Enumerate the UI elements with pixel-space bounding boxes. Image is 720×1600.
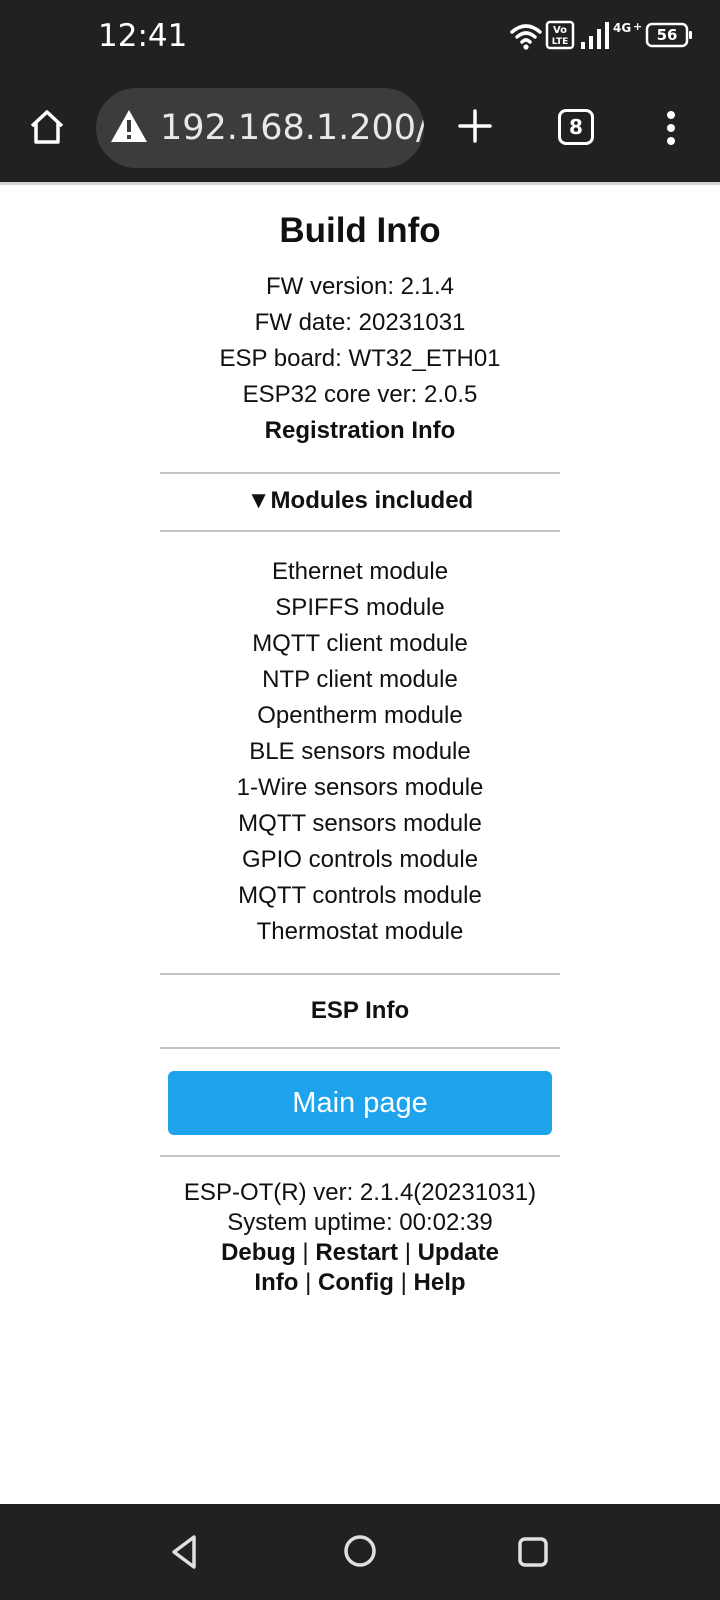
url-text[interactable]: 192.168.1.200/ (160, 108, 424, 148)
config-link[interactable]: Config (318, 1269, 394, 1296)
plus-icon (458, 109, 492, 143)
module-item: GPIO controls module (241, 846, 479, 873)
url-bar[interactable]: 192.168.1.200/ (96, 88, 424, 168)
uptime-line: System uptime: 00:02:39 (227, 1209, 493, 1236)
wifi-icon (510, 24, 542, 44)
home-icon (30, 110, 64, 144)
divider (160, 973, 560, 975)
divider (160, 1047, 560, 1049)
divider (160, 472, 560, 474)
navigation-bar (0, 1504, 720, 1600)
svg-text:LTE: LTE (552, 37, 569, 47)
module-item: Ethernet module (271, 558, 449, 585)
update-link[interactable]: Update (418, 1239, 499, 1266)
separator: | (400, 1269, 407, 1296)
footer-links-row-1: Debug | Restart | Update (0, 1239, 720, 1267)
restart-link[interactable]: Restart (315, 1239, 398, 1266)
back-icon[interactable] (170, 1534, 198, 1570)
module-item: MQTT client module (252, 630, 468, 657)
browser-toolbar: 192.168.1.200/ 8 (0, 82, 720, 182)
registration-info-link[interactable]: Registration Info (0, 417, 720, 445)
separator: | (404, 1239, 411, 1266)
fw-date: FW date: 20231031 (254, 309, 466, 336)
new-tab-button[interactable] (455, 106, 495, 146)
separator: | (305, 1269, 312, 1296)
module-item: SPIFFS module (275, 594, 445, 621)
battery-level: 56 (656, 26, 678, 44)
module-item: MQTT controls module (238, 882, 482, 909)
footer-links-row-2: Info | Config | Help (0, 1269, 720, 1297)
tab-switcher-button[interactable]: 8 (558, 109, 594, 145)
signal-icon (581, 22, 609, 49)
info-link[interactable]: Info (254, 1269, 298, 1296)
svg-text:Vo: Vo (553, 25, 567, 36)
modules-included-toggle[interactable]: ▼Modules included (0, 487, 720, 515)
home-nav-icon[interactable] (343, 1534, 377, 1568)
help-link[interactable]: Help (414, 1269, 466, 1296)
main-page-button[interactable]: Main page (168, 1071, 552, 1135)
module-item: Opentherm module (257, 702, 463, 729)
esp-info-toggle[interactable]: ESP Info (0, 997, 720, 1025)
version-line: ESP-OT(R) ver: 2.1.4(20231031) (183, 1179, 537, 1206)
more-vert-icon (667, 111, 675, 145)
status-time: 12:41 (98, 18, 188, 54)
separator: | (302, 1239, 309, 1266)
warning-icon[interactable] (110, 108, 148, 144)
status-icons: Vo LTE 4G + 56 (509, 20, 694, 52)
toolbar-divider (0, 182, 720, 185)
svg-text:+: + (633, 20, 642, 33)
module-item: Thermostat module (256, 918, 464, 945)
home-button[interactable] (26, 106, 68, 148)
page-title: Build Info (279, 211, 441, 250)
status-bar: 12:41 Vo LTE 4G + 56 (0, 0, 720, 82)
debug-link[interactable]: Debug (221, 1239, 296, 1266)
recents-icon[interactable] (518, 1537, 548, 1567)
svg-text:4G: 4G (613, 21, 631, 35)
module-item: MQTT sensors module (238, 810, 482, 837)
overflow-menu-button[interactable] (664, 108, 678, 148)
module-item: BLE sensors module (249, 738, 471, 765)
esp-board: ESP board: WT32_ETH01 (219, 345, 501, 372)
fw-version: FW version: 2.1.4 (265, 273, 455, 300)
module-item: 1-Wire sensors module (236, 774, 484, 801)
esp32-core-ver: ESP32 core ver: 2.0.5 (242, 381, 478, 408)
volte-icon: Vo LTE (545, 20, 575, 50)
divider (160, 530, 560, 532)
divider (160, 1155, 560, 1157)
module-item: NTP client module (262, 666, 458, 693)
